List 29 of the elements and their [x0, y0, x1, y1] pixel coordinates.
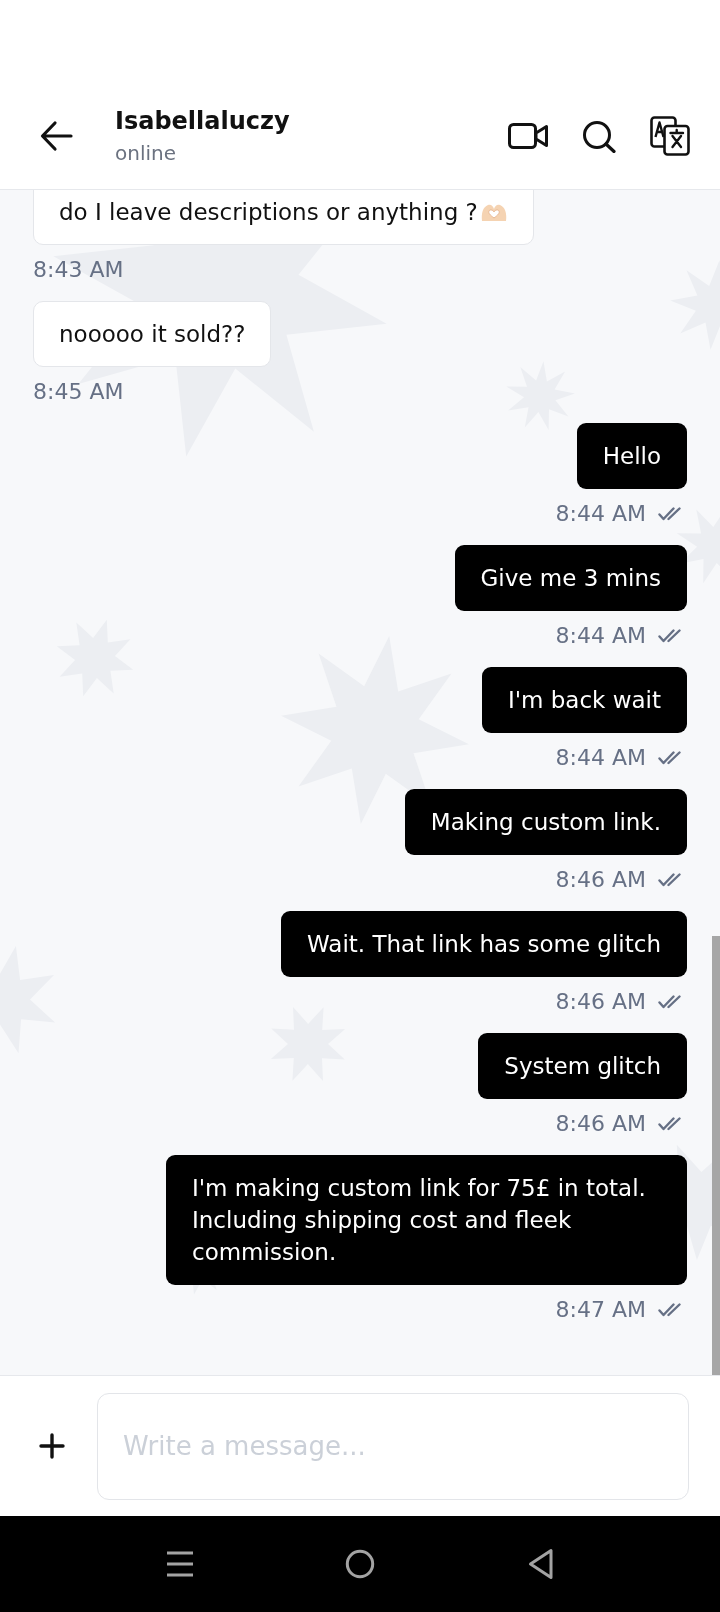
- message-time: 8:46 AM: [555, 1111, 646, 1137]
- message-time: 8:43 AM: [33, 257, 124, 283]
- presence-status: online: [115, 140, 176, 166]
- scrollbar-thumb[interactable]: [712, 936, 720, 1375]
- message-time: 8:47 AM: [555, 1297, 646, 1323]
- message-text: Give me 3 mins: [480, 565, 661, 591]
- contact-name: Isabellaluczy: [115, 106, 290, 136]
- video-camera-icon[interactable]: [508, 123, 548, 149]
- back-arrow-icon[interactable]: [40, 120, 73, 152]
- message-text: Hello: [602, 443, 661, 469]
- message-time: 8:44 AM: [555, 501, 646, 527]
- message-text: nooooo it sold??: [59, 321, 246, 347]
- message-text: Making custom link.: [430, 809, 661, 835]
- message-text: System glitch: [504, 1053, 661, 1079]
- message-text: I'm back wait: [507, 687, 661, 713]
- message-time: 8:44 AM: [555, 623, 646, 649]
- menu-icon[interactable]: [166, 1550, 194, 1578]
- message-time: 8:46 AM: [555, 867, 646, 893]
- translate-icon[interactable]: [650, 116, 690, 156]
- home-circle-icon[interactable]: [345, 1549, 375, 1579]
- plus-icon[interactable]: [39, 1433, 65, 1459]
- message-text: I'm making custom link for 75£ in total. Including shipping cost and fleek commission.: [192, 1175, 646, 1265]
- back-triangle-icon[interactable]: [527, 1548, 553, 1580]
- message-text: Wait. That link has some glitch: [307, 931, 661, 957]
- message-text: do I leave descriptions or anything ?: [59, 199, 478, 225]
- message-time: 8:45 AM: [33, 379, 124, 405]
- message-time: 8:44 AM: [555, 745, 646, 771]
- message-time: 8:46 AM: [555, 989, 646, 1015]
- search-icon[interactable]: [582, 119, 616, 153]
